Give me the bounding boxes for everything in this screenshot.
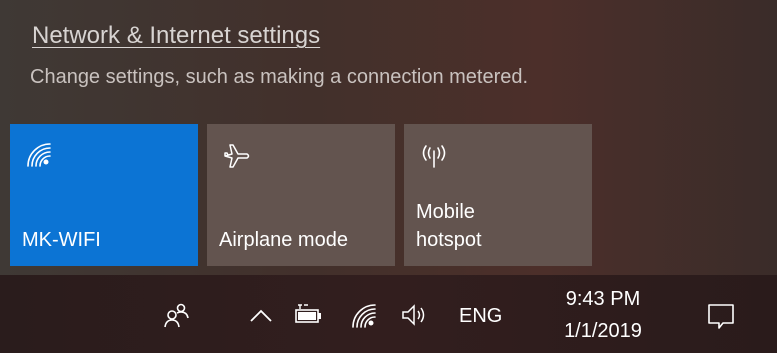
airplane-icon <box>221 140 253 172</box>
mobile-hotspot-icon <box>418 140 450 172</box>
clock-time: 9:43 PM <box>565 288 641 310</box>
action-center-icon[interactable] <box>705 299 737 331</box>
network-settings-link[interactable]: Network & Internet settings <box>32 22 320 50</box>
people-icon[interactable] <box>160 299 192 331</box>
wifi-icon[interactable] <box>349 299 381 331</box>
chevron-up-icon[interactable] <box>245 299 277 331</box>
tile-wifi[interactable]: MK-WIFI <box>10 124 198 266</box>
clock-date: 1/1/2019 <box>564 320 642 342</box>
network-flyout: Network & Internet settings Change setti… <box>0 0 777 275</box>
volume-icon[interactable] <box>399 299 431 331</box>
battery-icon[interactable] <box>292 299 324 331</box>
tile-airplane-mode[interactable]: Airplane mode <box>207 124 395 266</box>
network-settings-description: Change settings, such as making a connec… <box>30 66 529 88</box>
tile-mobile-hotspot-label: Mobile hotspot <box>416 201 482 251</box>
tile-mobile-hotspot[interactable]: Mobile hotspot <box>404 124 592 266</box>
tile-wifi-label: MK-WIFI <box>22 229 101 251</box>
language-indicator[interactable]: ENG <box>459 305 502 328</box>
taskbar: ENG 9:43 PM 1/1/2019 <box>0 275 777 353</box>
clock[interactable]: 9:43 PM 1/1/2019 <box>551 283 655 347</box>
wifi-icon <box>24 140 56 172</box>
tile-airplane-label: Airplane mode <box>219 229 348 251</box>
